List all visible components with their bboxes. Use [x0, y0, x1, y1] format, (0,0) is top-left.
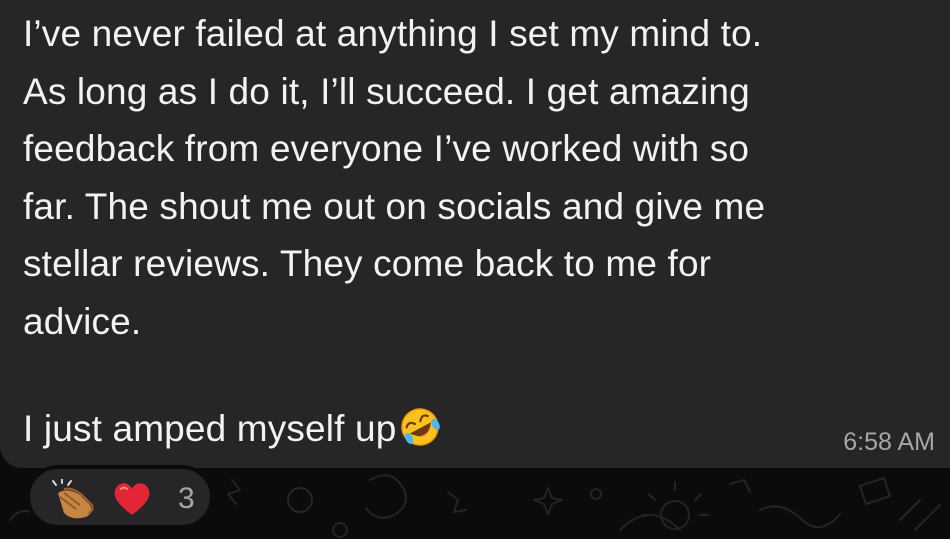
wallpaper-wave-icon — [759, 505, 841, 528]
wallpaper-zigzag-icon — [227, 479, 241, 505]
wallpaper-sparkle-icon — [533, 487, 563, 515]
wallpaper-check-icon — [729, 479, 751, 493]
wallpaper-blob-icon — [365, 474, 407, 519]
wallpaper-lines-icon — [899, 499, 941, 531]
reaction-count: 3 — [178, 482, 195, 515]
message-text: I’ve never failed at anything I set my m… — [23, 13, 766, 342]
wallpaper-rays-icon — [641, 481, 709, 516]
rolling-on-the-floor-laughing-icon — [401, 408, 441, 446]
message-last-line-text: I just amped myself up — [23, 408, 397, 449]
wallpaper-box-icon — [859, 477, 891, 505]
wallpaper-squiggle-icon — [447, 491, 467, 513]
message-last-line: I just amped myself up — [23, 400, 441, 458]
clapping-hands-icon — [52, 479, 94, 519]
message-timestamp: 6:58 AM — [843, 428, 935, 456]
reactions-bar[interactable]: 3 — [26, 465, 214, 529]
wallpaper-dot-icon — [332, 522, 348, 538]
red-heart-icon — [114, 483, 150, 515]
wallpaper-circle-icon — [287, 487, 313, 513]
wallpaper-dot-icon — [590, 488, 602, 500]
